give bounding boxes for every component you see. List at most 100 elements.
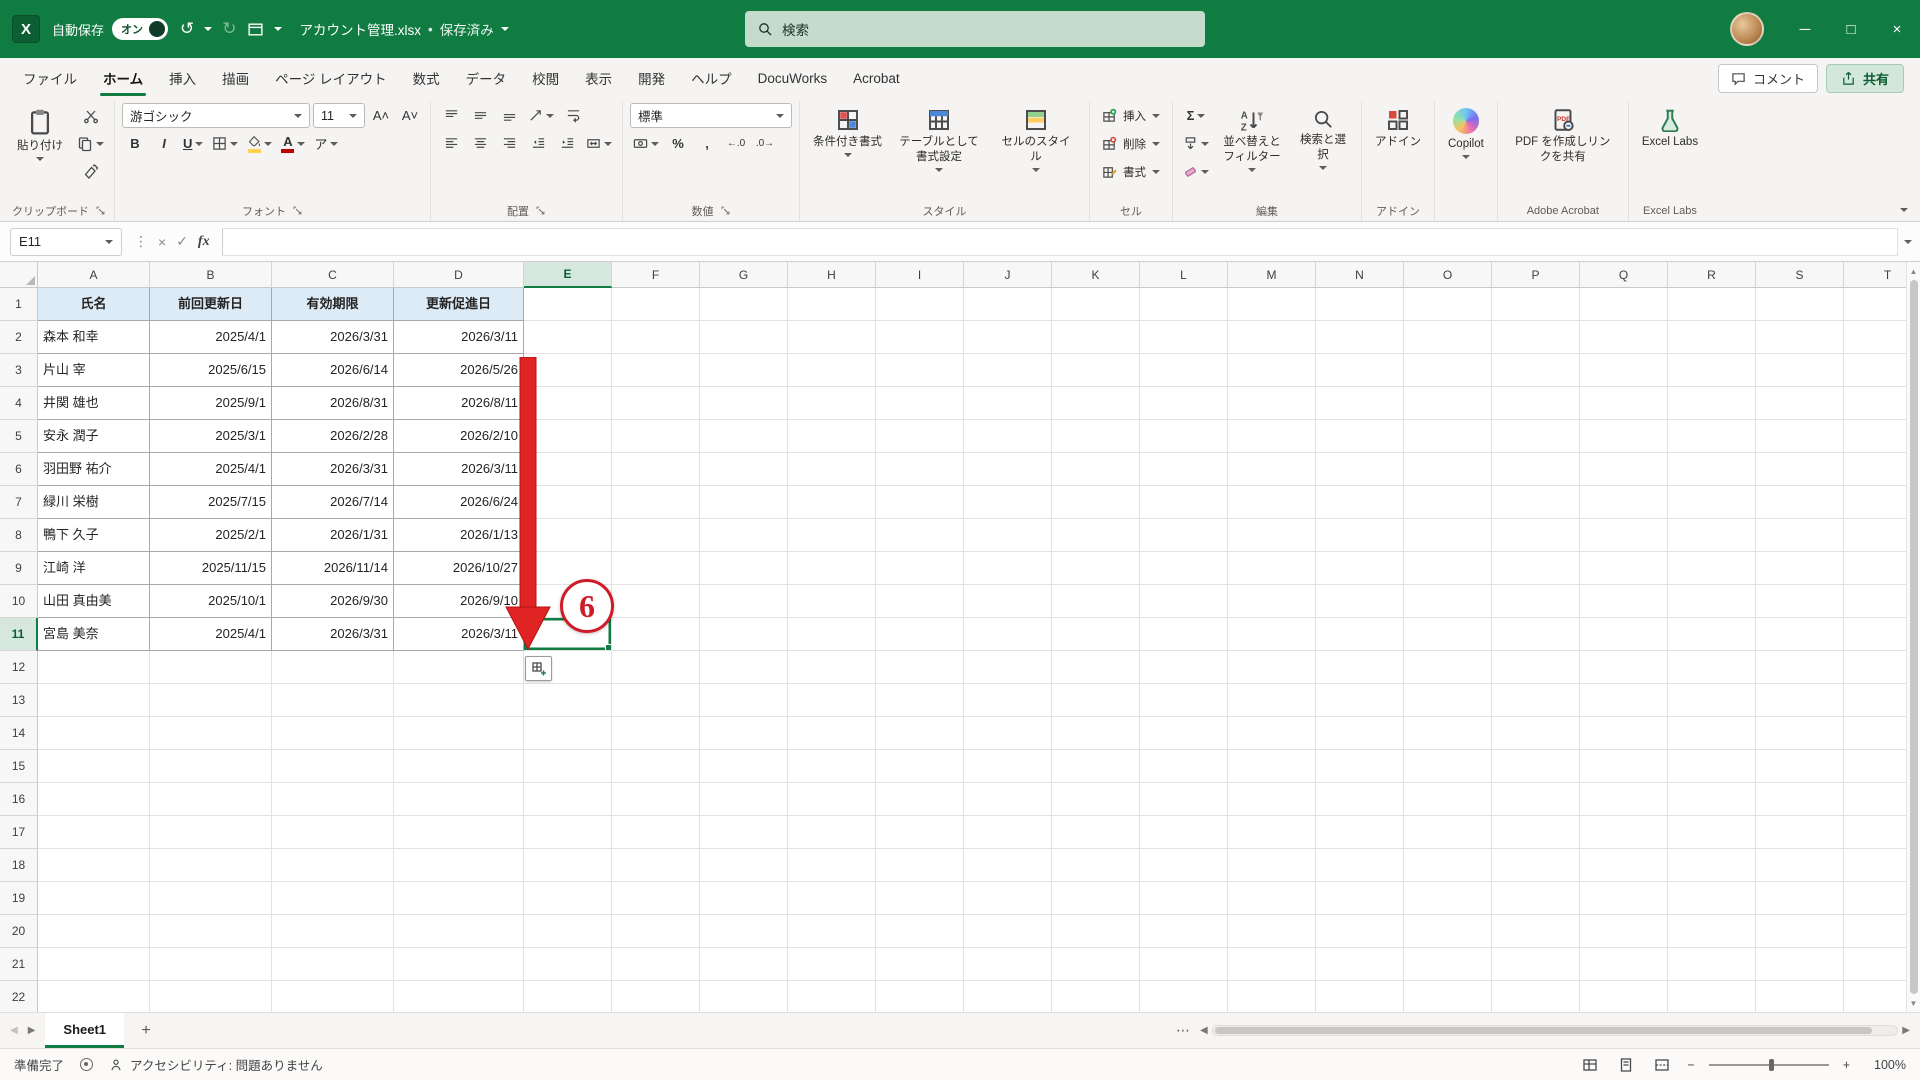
cell-A11[interactable]: 宮島 美奈 bbox=[38, 618, 150, 651]
cell-A3[interactable]: 片山 宰 bbox=[38, 354, 150, 387]
cell-C5[interactable]: 2026/2/28 bbox=[272, 420, 394, 453]
row-header-3[interactable]: 3 bbox=[0, 354, 38, 387]
cell-Q22[interactable] bbox=[1580, 981, 1668, 1012]
cell-I4[interactable] bbox=[876, 387, 964, 420]
column-header-D[interactable]: D bbox=[394, 262, 524, 288]
cell-N9[interactable] bbox=[1316, 552, 1404, 585]
row-header-19[interactable]: 19 bbox=[0, 882, 38, 915]
cell-B3[interactable]: 2025/6/15 bbox=[150, 354, 272, 387]
cell-S1[interactable] bbox=[1756, 288, 1844, 321]
cell-S6[interactable] bbox=[1756, 453, 1844, 486]
cell-N19[interactable] bbox=[1316, 882, 1404, 915]
addins-button[interactable]: アドイン bbox=[1369, 103, 1427, 153]
cell-A15[interactable] bbox=[38, 750, 150, 783]
cell-G21[interactable] bbox=[700, 948, 788, 981]
align-top-button[interactable] bbox=[438, 103, 464, 128]
cancel-entry-icon[interactable]: × bbox=[158, 234, 166, 250]
cell-H11[interactable] bbox=[788, 618, 876, 651]
cell-T6[interactable] bbox=[1844, 453, 1906, 486]
zoom-slider-knob[interactable] bbox=[1768, 1058, 1774, 1071]
cell-M7[interactable] bbox=[1228, 486, 1316, 519]
cell-E20[interactable] bbox=[524, 915, 612, 948]
cell-E14[interactable] bbox=[524, 717, 612, 750]
cell-N21[interactable] bbox=[1316, 948, 1404, 981]
cut-button[interactable] bbox=[74, 103, 107, 128]
cell-E9[interactable] bbox=[524, 552, 612, 585]
cell-O12[interactable] bbox=[1404, 651, 1492, 684]
cell-J11[interactable] bbox=[964, 618, 1052, 651]
accounting-dropdown-icon[interactable] bbox=[651, 141, 659, 146]
cell-A17[interactable] bbox=[38, 816, 150, 849]
cell-M10[interactable] bbox=[1228, 585, 1316, 618]
page-layout-view-button[interactable] bbox=[1615, 1054, 1637, 1076]
undo-dropdown-icon[interactable] bbox=[204, 27, 213, 31]
cell-O17[interactable] bbox=[1404, 816, 1492, 849]
cell-O11[interactable] bbox=[1404, 618, 1492, 651]
cell-E7[interactable] bbox=[524, 486, 612, 519]
cell-M15[interactable] bbox=[1228, 750, 1316, 783]
cell-M16[interactable] bbox=[1228, 783, 1316, 816]
cell-K14[interactable] bbox=[1052, 717, 1140, 750]
cell-I6[interactable] bbox=[876, 453, 964, 486]
cell-G7[interactable] bbox=[700, 486, 788, 519]
cell-E17[interactable] bbox=[524, 816, 612, 849]
cell-O21[interactable] bbox=[1404, 948, 1492, 981]
cell-B16[interactable] bbox=[150, 783, 272, 816]
font-size-combo[interactable]: 11 bbox=[313, 103, 365, 128]
tab-挿入[interactable]: 挿入 bbox=[156, 58, 209, 98]
cell-K16[interactable] bbox=[1052, 783, 1140, 816]
cell-J12[interactable] bbox=[964, 651, 1052, 684]
cell-C19[interactable] bbox=[272, 882, 394, 915]
cell-R22[interactable] bbox=[1668, 981, 1756, 1012]
delete-cells-button[interactable]: 削除 bbox=[1097, 131, 1165, 156]
cell-A5[interactable]: 安永 潤子 bbox=[38, 420, 150, 453]
clipboard-dialog-launcher-icon[interactable] bbox=[95, 205, 106, 216]
cell-H1[interactable] bbox=[788, 288, 876, 321]
cell-I22[interactable] bbox=[876, 981, 964, 1012]
align-left-button[interactable] bbox=[438, 131, 464, 156]
cell-A10[interactable]: 山田 真由美 bbox=[38, 585, 150, 618]
redo-button[interactable]: ↻ bbox=[222, 19, 236, 39]
cell-J6[interactable] bbox=[964, 453, 1052, 486]
cell-P14[interactable] bbox=[1492, 717, 1580, 750]
cell-S9[interactable] bbox=[1756, 552, 1844, 585]
row-header-8[interactable]: 8 bbox=[0, 519, 38, 552]
cell-G15[interactable] bbox=[700, 750, 788, 783]
cell-P17[interactable] bbox=[1492, 816, 1580, 849]
cell-C18[interactable] bbox=[272, 849, 394, 882]
find-select-dropdown-icon[interactable] bbox=[1319, 165, 1327, 170]
font-name-combo[interactable]: 游ゴシック bbox=[122, 103, 310, 128]
cell-B18[interactable] bbox=[150, 849, 272, 882]
cell-M5[interactable] bbox=[1228, 420, 1316, 453]
cell-K13[interactable] bbox=[1052, 684, 1140, 717]
cell-R5[interactable] bbox=[1668, 420, 1756, 453]
cell-K20[interactable] bbox=[1052, 915, 1140, 948]
cell-H21[interactable] bbox=[788, 948, 876, 981]
cell-G14[interactable] bbox=[700, 717, 788, 750]
zoom-out-button[interactable]: − bbox=[1687, 1058, 1694, 1072]
cell-Q3[interactable] bbox=[1580, 354, 1668, 387]
cell-A12[interactable] bbox=[38, 651, 150, 684]
cell-C13[interactable] bbox=[272, 684, 394, 717]
cell-M8[interactable] bbox=[1228, 519, 1316, 552]
row-header-22[interactable]: 22 bbox=[0, 981, 38, 1012]
cell-Q8[interactable] bbox=[1580, 519, 1668, 552]
column-header-A[interactable]: A bbox=[38, 262, 150, 288]
cell-O5[interactable] bbox=[1404, 420, 1492, 453]
cell-Q14[interactable] bbox=[1580, 717, 1668, 750]
cell-F14[interactable] bbox=[612, 717, 700, 750]
cell-L20[interactable] bbox=[1140, 915, 1228, 948]
cell-E8[interactable] bbox=[524, 519, 612, 552]
cell-I7[interactable] bbox=[876, 486, 964, 519]
cell-J2[interactable] bbox=[964, 321, 1052, 354]
cell-G5[interactable] bbox=[700, 420, 788, 453]
cell-T3[interactable] bbox=[1844, 354, 1906, 387]
cell-A2[interactable]: 森本 和幸 bbox=[38, 321, 150, 354]
number-format-dropdown-icon[interactable] bbox=[776, 113, 784, 118]
cell-T2[interactable] bbox=[1844, 321, 1906, 354]
cell-Q19[interactable] bbox=[1580, 882, 1668, 915]
scroll-right-icon[interactable]: ▶ bbox=[1902, 1025, 1910, 1036]
fill-color-button[interactable] bbox=[244, 131, 275, 156]
cell-K22[interactable] bbox=[1052, 981, 1140, 1012]
cell-A7[interactable]: 緑川 栄樹 bbox=[38, 486, 150, 519]
